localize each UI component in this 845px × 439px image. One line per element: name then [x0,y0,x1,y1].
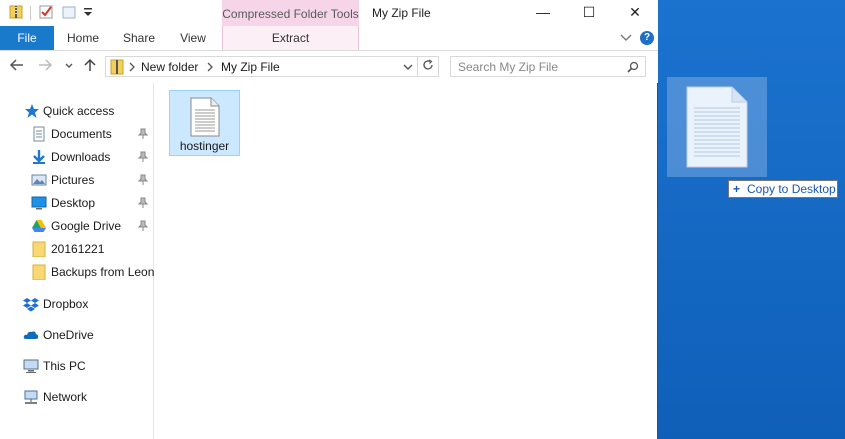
pin-icon [137,197,149,209]
toolbar-separator [30,6,31,20]
dropbox-icon [23,298,39,312]
nav-item-network[interactable]: Network [0,386,153,408]
file-name: hostinger [179,139,230,153]
forward-arrow-icon [39,59,53,71]
google-drive-icon [32,220,46,232]
drag-tooltip-text: Copy to Desktop [747,182,836,196]
tab-home[interactable]: Home [60,26,106,50]
nav-item-desktop[interactable]: Desktop [0,192,153,214]
pin-icon [137,151,149,163]
tab-view[interactable]: View [172,26,214,50]
nav-item-downloads[interactable]: Downloads [0,146,153,168]
star-icon [25,104,39,118]
desktop-icon [31,196,47,210]
address-dropdown-chevron-icon[interactable] [402,62,414,72]
nav-label: OneDrive [43,328,94,342]
nav-label: Network [43,390,88,404]
refresh-button[interactable] [418,56,439,77]
chevron-down-icon [65,63,73,68]
drag-preview [667,77,767,177]
plus-icon: + [733,182,741,196]
breadcrumb-new-folder[interactable]: New folder [141,60,198,74]
tab-extract[interactable]: Extract [222,26,359,50]
close-button[interactable]: ✕ [612,0,658,26]
maximize-button[interactable]: ☐ [566,0,612,26]
folder-icon [32,241,46,257]
pictures-icon [31,174,47,186]
zip-folder-icon[interactable] [8,4,24,20]
nav-label: Dropbox [43,297,89,311]
forward-button[interactable] [36,57,54,75]
pin-icon [137,128,149,140]
refresh-icon [423,59,433,70]
help-icon[interactable]: ? [640,31,654,45]
back-arrow-icon [9,59,23,71]
tab-share[interactable]: Share [116,26,162,50]
window-title: My Zip File [372,6,431,20]
onedrive-icon [23,331,39,339]
document-icon [686,86,748,168]
pin-icon [137,220,149,232]
nav-label: Backups from Leon [51,265,155,279]
search-box[interactable]: Search My Zip File [450,56,646,77]
expand-ribbon-chevron-icon[interactable] [618,29,634,45]
nav-label: Google Drive [51,219,122,233]
title-bar[interactable]: Compressed Folder Tools My Zip File — ☐ … [0,0,658,26]
address-bar[interactable]: New folder My Zip File [105,56,418,77]
nav-item-documents[interactable]: Documents [0,123,153,145]
up-button[interactable] [81,57,99,75]
nav-item-backups-from-leon[interactable]: Backups from Leon [0,261,155,283]
nav-item-google-drive[interactable]: Google Drive [0,215,153,237]
nav-label: Documents [51,127,112,141]
nav-label: Quick access [43,104,115,118]
folder-icon [32,264,46,280]
navigation-bar: New folder My Zip File Search My Zip Fil… [0,51,658,83]
nav-label: Pictures [51,173,95,187]
screen: Compressed Folder Tools My Zip File — ☐ … [0,0,845,439]
recent-locations-button[interactable] [60,57,78,75]
pin-icon [137,174,149,186]
tab-file[interactable]: File [0,26,54,50]
nav-label: Desktop [51,196,96,210]
new-folder-icon[interactable] [61,4,77,20]
document-icon [190,97,220,137]
up-arrow-icon [84,58,96,71]
properties-icon[interactable] [38,4,54,20]
nav-label: Downloads [51,150,111,164]
contextual-tab-label: Compressed Folder Tools [222,7,359,21]
search-placeholder: Search My Zip File [458,60,559,74]
desktop-background[interactable] [658,0,845,439]
contextual-tab-header: Compressed Folder Tools [222,0,359,26]
file-item[interactable]: hostinger [169,90,240,156]
nav-item-20161221[interactable]: 20161221 [0,238,153,260]
nav-item-pictures[interactable]: Pictures [0,169,153,191]
nav-label: 20161221 [51,242,105,256]
navigation-pane: Quick access Documents Downloads Picture… [0,83,154,439]
back-button[interactable] [8,57,26,75]
nav-label: This PC [43,359,86,373]
drag-tooltip: + Copy to Desktop [728,180,838,198]
zip-folder-icon [110,59,124,75]
network-icon [24,390,38,404]
download-icon [33,150,45,164]
nav-item-this-pc[interactable]: This PC [0,355,153,377]
this-pc-icon [23,359,39,373]
chevron-right-icon [207,62,213,72]
documents-icon [33,126,45,142]
nav-item-quick-access[interactable]: Quick access [0,100,153,122]
minimize-button[interactable]: — [520,0,566,26]
nav-item-onedrive[interactable]: OneDrive [0,324,153,346]
search-icon[interactable] [627,61,639,73]
file-explorer-window: Compressed Folder Tools My Zip File — ☐ … [0,0,658,439]
customize-toolbar-icon[interactable] [80,4,96,20]
nav-item-dropbox[interactable]: Dropbox [0,293,153,315]
chevron-right-icon [129,62,135,72]
ribbon-tabs: File Home Share View Extract ? [0,26,658,51]
breadcrumb-my-zip-file[interactable]: My Zip File [221,60,280,74]
